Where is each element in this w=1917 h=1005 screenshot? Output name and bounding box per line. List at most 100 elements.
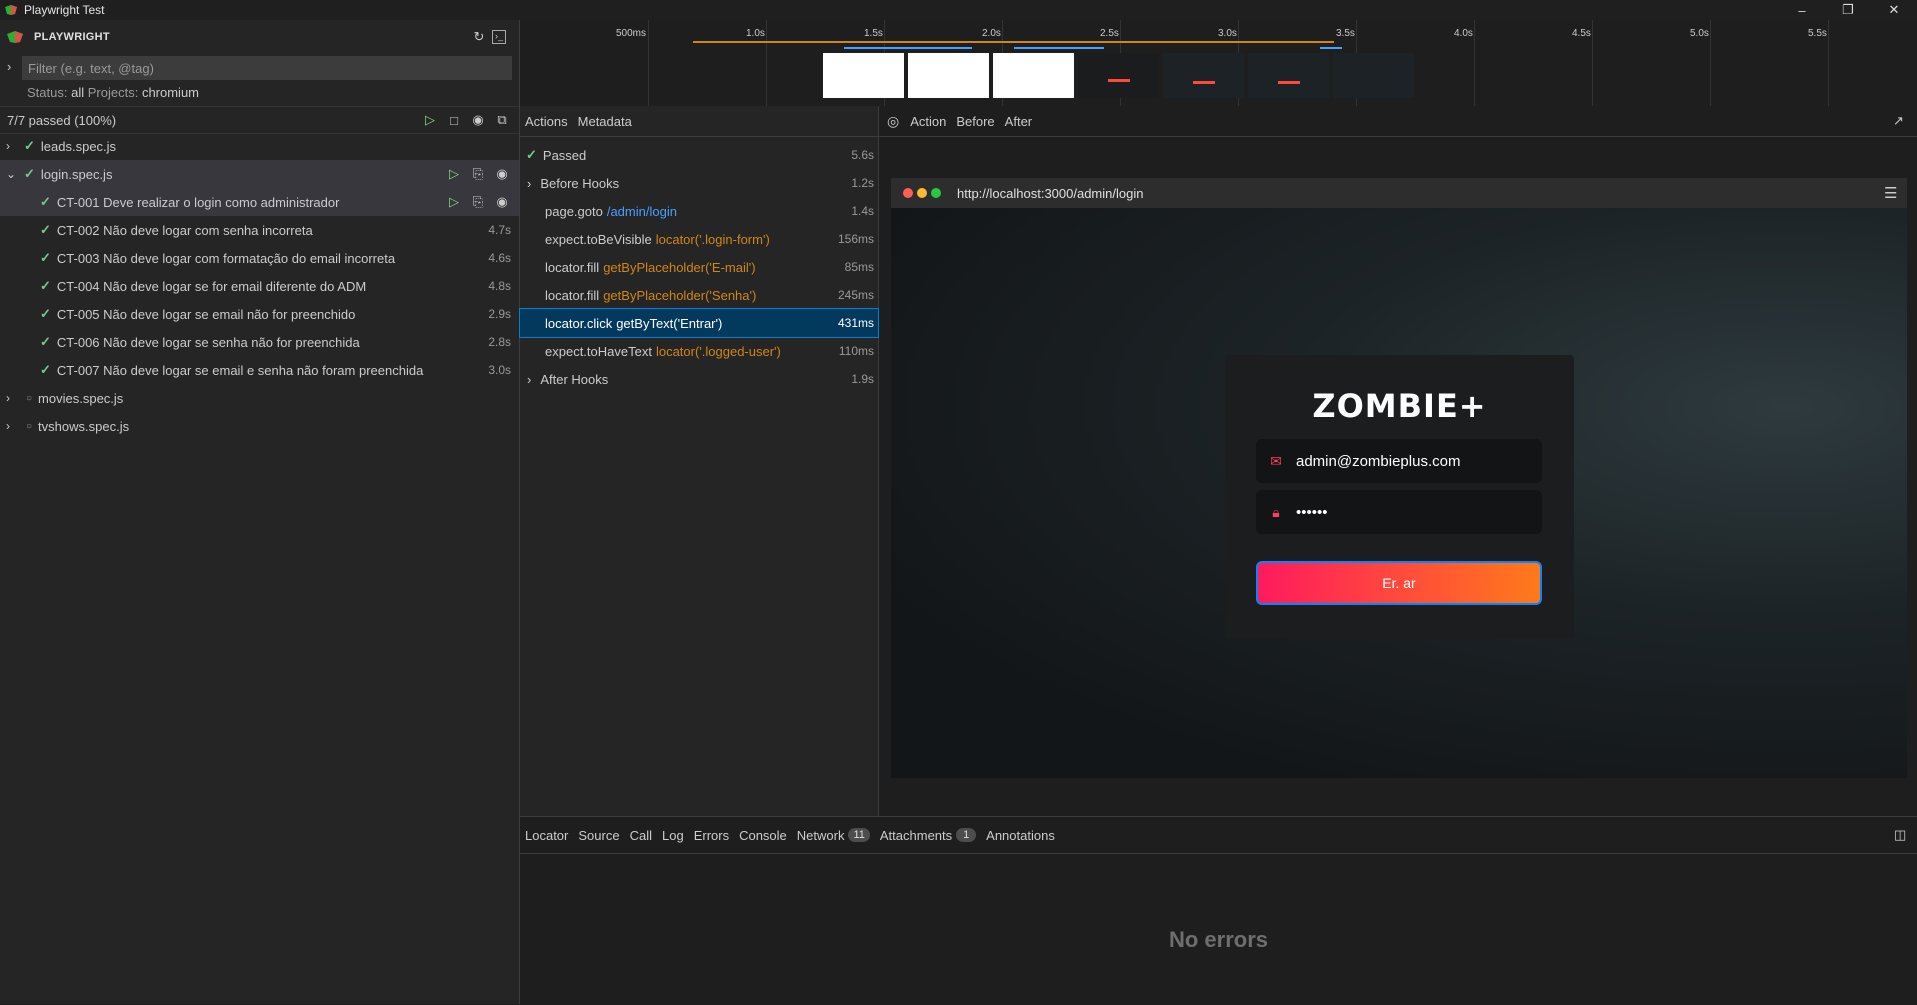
not-run-icon: ○ — [26, 420, 33, 432]
tab-actions[interactable]: Actions — [520, 114, 573, 129]
timeline-screenshot[interactable] — [908, 53, 989, 98]
tab-after[interactable]: After — [1000, 114, 1037, 129]
snapshot-tabs: ◎ Action Before After ↗ — [879, 106, 1917, 137]
projects-filter[interactable]: chromium — [142, 85, 199, 100]
tab-console[interactable]: Console — [734, 828, 792, 843]
menu-icon[interactable]: ☰ — [1884, 184, 1897, 202]
chevron-down-icon[interactable]: ⌄ — [6, 167, 16, 181]
tab-errors[interactable]: Errors — [689, 828, 734, 843]
timeline-screenshot[interactable] — [823, 53, 904, 98]
password-field[interactable]: 🔒︎ •••••• — [1256, 490, 1542, 534]
run-icon[interactable]: ▷ — [443, 194, 465, 210]
file-row-login[interactable]: ⌄ ✓ login.spec.js ▷ ⎘ ◉ — [0, 160, 519, 188]
url-text: http://localhost:3000/admin/login — [957, 185, 1144, 201]
tab-annotations[interactable]: Annotations — [981, 828, 1060, 843]
reload-icon[interactable]: ↻ — [468, 29, 490, 45]
file-row-movies[interactable]: › ○ movies.spec.js — [0, 384, 519, 412]
mail-icon: ✉ — [1270, 452, 1282, 469]
collapse-all-icon[interactable]: ⧉ — [491, 112, 513, 128]
file-name: login.spec.js — [40, 166, 113, 182]
empty-state-message: No errors — [1168, 927, 1269, 952]
test-row[interactable]: ✓ CT-005 Não deve logar se email não for… — [0, 300, 519, 328]
action-duration: 5.6s — [851, 148, 874, 162]
timeline-screenshot[interactable] — [1333, 53, 1414, 98]
chevron-right-icon[interactable]: › — [6, 139, 10, 153]
action-arg: getByText('Entrar') — [616, 315, 723, 331]
tab-before[interactable]: Before — [951, 114, 999, 129]
timeline-screenshot[interactable] — [1248, 53, 1329, 98]
action-row[interactable]: › Before Hooks 1.2s — [520, 169, 878, 197]
action-arg: getByPlaceholder('E-mail') — [603, 259, 756, 275]
watch-icon[interactable]: ◉ — [491, 194, 513, 210]
enter-button[interactable]: Er. ar — [1256, 561, 1542, 605]
window-dot-red — [903, 188, 913, 198]
passed-check-icon: ✓ — [40, 250, 51, 265]
action-duration: 1.4s — [851, 204, 874, 218]
status-filter[interactable]: all — [71, 85, 84, 100]
action-duration: 110ms — [838, 344, 874, 358]
chevron-right-icon[interactable]: › — [6, 419, 10, 433]
tab-source[interactable]: Source — [573, 828, 624, 843]
tab-metadata[interactable]: Metadata — [573, 114, 637, 129]
action-row[interactable]: locator.fill getByPlaceholder('E-mail') … — [520, 253, 878, 281]
timeline[interactable]: 500ms 1.0s 1.5s 2.0s 2.5s 3.0s 3.5s 4.0s… — [520, 20, 1917, 107]
file-row-tvshows[interactable]: › ○ tvshows.spec.js — [0, 412, 519, 440]
timeline-screenshot[interactable] — [993, 53, 1074, 98]
minimize-button[interactable]: – — [1779, 0, 1825, 20]
stop-icon[interactable]: □ — [443, 113, 465, 128]
window-dot-green — [931, 188, 941, 198]
action-row[interactable]: › After Hooks 1.9s — [520, 365, 878, 393]
sidebar-header: PLAYWRIGHT ↻ ›_ — [0, 20, 519, 54]
chevron-right-icon[interactable]: › — [527, 176, 531, 191]
timeline-screenshot[interactable] — [1078, 53, 1159, 98]
action-row[interactable]: ✓ Passed 5.6s — [520, 141, 878, 169]
playwright-logo-icon — [6, 30, 24, 44]
action-title: locator.fill — [545, 259, 600, 275]
action-row[interactable]: expect.toBeVisible locator('.login-form'… — [520, 225, 878, 253]
action-title: locator.click — [545, 315, 613, 331]
status-label: Status: — [27, 84, 68, 100]
tab-locator[interactable]: Locator — [520, 828, 573, 843]
action-title: expect.toHaveText — [545, 343, 652, 359]
action-row[interactable]: page.goto /admin/login 1.4s — [520, 197, 878, 225]
email-field[interactable]: ✉ admin@zombieplus.com — [1256, 439, 1542, 483]
chevron-right-icon[interactable]: › — [527, 372, 531, 387]
maximize-button[interactable]: ❐ — [1825, 0, 1871, 20]
tab-network[interactable]: Network 11 — [792, 828, 875, 843]
test-row[interactable]: ✓ CT-001 Deve realizar o login como admi… — [0, 188, 519, 216]
run-icon[interactable]: ▷ — [443, 166, 465, 182]
tab-log[interactable]: Log — [657, 828, 689, 843]
test-row[interactable]: ✓ CT-004 Não deve logar se for email dif… — [0, 272, 519, 300]
tab-action[interactable]: Action — [905, 114, 951, 129]
close-button[interactable]: ✕ — [1871, 0, 1917, 20]
open-source-icon[interactable]: ⎘ — [467, 194, 489, 210]
test-duration: 4.6s — [488, 251, 511, 265]
chevron-right-icon[interactable]: › — [6, 391, 10, 405]
action-title: locator.fill — [545, 287, 600, 303]
timeline-screenshot[interactable] — [1163, 53, 1244, 98]
open-external-icon[interactable]: ↗ — [1893, 113, 1904, 129]
filter-input[interactable] — [22, 56, 512, 80]
test-row[interactable]: ✓ CT-003 Não deve logar com formatação d… — [0, 244, 519, 272]
tab-attachments[interactable]: Attachments 1 — [875, 828, 981, 843]
file-row-leads[interactable]: › ✓ leads.spec.js — [0, 132, 519, 160]
action-row-selected[interactable]: locator.click getByText('Entrar') 431ms — [519, 308, 879, 338]
projects-label: Projects: — [87, 84, 139, 100]
tab-call[interactable]: Call — [625, 828, 657, 843]
test-row[interactable]: ✓ CT-006 Não deve logar se senha não for… — [0, 328, 519, 356]
pick-locator-icon[interactable]: ◎ — [887, 113, 899, 130]
watch-icon[interactable]: ◉ — [467, 112, 489, 128]
dock-toggle-icon[interactable]: ◫ — [1894, 827, 1906, 843]
run-all-icon[interactable]: ▷ — [419, 112, 441, 128]
test-row[interactable]: ✓ CT-007 Não deve logar se email e senha… — [0, 356, 519, 384]
passed-check-icon: ✓ — [24, 138, 35, 153]
action-row[interactable]: expect.toHaveText locator('.logged-user'… — [520, 337, 878, 365]
chevron-right-icon[interactable]: › — [7, 59, 11, 74]
open-source-icon[interactable]: ⎘ — [467, 166, 489, 182]
action-title: Before Hooks — [540, 175, 620, 191]
test-row[interactable]: ✓ CT-002 Não deve logar com senha incorr… — [0, 216, 519, 244]
action-row[interactable]: locator.fill getByPlaceholder('Senha') 2… — [520, 281, 878, 309]
timeline-tick: 3.5s — [1336, 28, 1355, 39]
watch-icon[interactable]: ◉ — [491, 166, 513, 182]
terminal-icon[interactable]: ›_ — [492, 30, 506, 44]
